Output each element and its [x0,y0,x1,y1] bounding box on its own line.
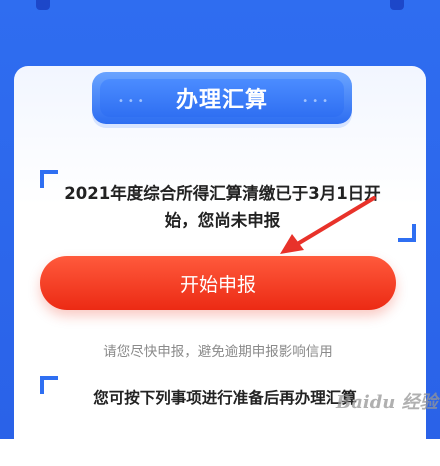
title-banner: 办理汇算 ••• ••• [92,72,352,124]
title-dots-left: ••• [118,96,148,107]
baidu-watermark: Baidu 经验 [336,392,438,413]
title-dots-right: ••• [302,96,332,107]
start-filing-button[interactable]: 开始申报 [40,256,396,310]
filing-hint-text: 请您尽快申报，避免逾期申报影响信用 [103,344,333,360]
corner-bracket-lower-left [40,376,58,394]
pointer-arrow-icon [280,196,376,254]
frame-tab-right [390,0,404,10]
corner-bracket-bottom-right [398,224,416,242]
frame-tab-left [36,0,50,10]
